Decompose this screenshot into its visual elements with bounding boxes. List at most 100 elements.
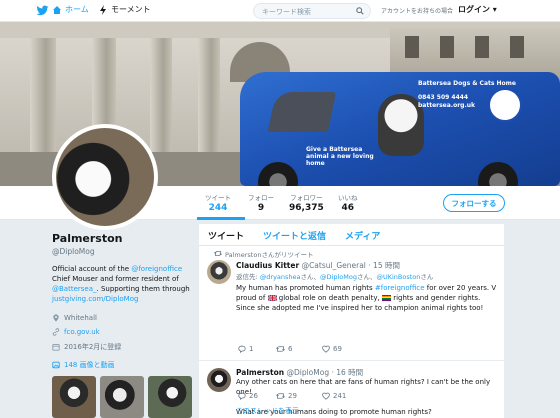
stat-label: フォロー bbox=[248, 194, 274, 202]
like-count: 69 bbox=[333, 345, 342, 353]
bio-link-justgiving[interactable]: justgiving.com/DiploMog bbox=[52, 295, 138, 303]
retweet-label: Palmerstonさんがリツイート bbox=[225, 251, 314, 259]
hashtag-link[interactable]: #foreignoffice bbox=[375, 284, 425, 292]
reply-icon bbox=[238, 345, 246, 353]
stat-value: 9 bbox=[257, 203, 265, 213]
bio-text: . Supporting them through bbox=[96, 285, 190, 294]
van-slogan: Give a Battersea animal a new loving hom… bbox=[306, 146, 374, 168]
joined-text: 2016年2月に登録 bbox=[64, 342, 122, 351]
nav-moments[interactable]: モーメント bbox=[98, 4, 151, 15]
media-thumbnails bbox=[52, 376, 202, 418]
tweet-avatar[interactable] bbox=[207, 368, 231, 392]
tab-tweets[interactable]: ツイート bbox=[208, 229, 244, 242]
bio-link-battersea[interactable]: @Battersea_ bbox=[52, 285, 97, 293]
media-link[interactable]: 148 画像と動画 bbox=[52, 360, 202, 370]
stat-label: いいね bbox=[338, 194, 358, 202]
tweet-header: Claudius Kitter @Catsul_General · 15 時間 bbox=[236, 261, 400, 270]
reply-icon bbox=[238, 392, 246, 400]
location-pin-icon bbox=[53, 313, 59, 322]
stat-following[interactable]: フォロー 9 bbox=[248, 192, 274, 213]
nav-home-label: ホーム bbox=[65, 5, 89, 14]
retweet-count: 6 bbox=[288, 345, 293, 353]
like-button[interactable]: 241 bbox=[322, 392, 346, 400]
stat-likes[interactable]: いいね 46 bbox=[338, 192, 358, 213]
tweet-text-part: My human has promoted human rights bbox=[236, 284, 375, 292]
tab-media[interactable]: メディア bbox=[345, 229, 380, 242]
nav-moments-label: モーメント bbox=[111, 5, 151, 14]
profile-name[interactable]: Palmerston bbox=[52, 232, 202, 245]
reply-suffix: さん bbox=[300, 273, 314, 281]
home-icon bbox=[53, 5, 61, 14]
show-thread-link[interactable]: このスレッドを表示 bbox=[236, 406, 299, 416]
top-navigation: ホーム モーメント キーワード検索 アカウントをお持ちの場合 ログイン ▾ bbox=[0, 0, 560, 22]
profile-joined: 2016年2月に登録 bbox=[52, 342, 202, 352]
active-tab-indicator bbox=[197, 217, 245, 220]
like-count: 241 bbox=[333, 392, 347, 400]
twitter-bird-icon[interactable] bbox=[36, 4, 49, 17]
reply-count: 1 bbox=[249, 345, 254, 353]
search-input[interactable]: キーワード検索 bbox=[253, 3, 371, 19]
retweet-count: 29 bbox=[288, 392, 297, 400]
location-text: Whitehall bbox=[64, 313, 97, 322]
lightning-icon bbox=[100, 4, 106, 15]
tweet-text: My human has promoted human rights #fore… bbox=[236, 283, 498, 313]
search-placeholder: キーワード検索 bbox=[262, 8, 311, 16]
tweet-author-handle[interactable]: @DiploMog bbox=[286, 368, 329, 377]
profile-avatar[interactable] bbox=[52, 124, 158, 230]
stat-followers[interactable]: フォロワー 96,375 bbox=[289, 192, 324, 213]
stat-value: 46 bbox=[341, 203, 355, 213]
tweet-avatar[interactable] bbox=[207, 260, 231, 284]
stat-value: 244 bbox=[208, 203, 228, 213]
profile-handle[interactable]: @DiploMog bbox=[52, 247, 202, 256]
stat-label: ツイート bbox=[205, 194, 231, 202]
tab-tweets-and-replies[interactable]: ツイートと返信 bbox=[263, 229, 326, 242]
heart-icon bbox=[322, 392, 330, 400]
tweet-author-name[interactable]: Claudius Kitter bbox=[236, 261, 299, 270]
profile-location: Whitehall bbox=[52, 314, 202, 322]
nav-home[interactable]: ホーム bbox=[52, 4, 89, 15]
retweet-button[interactable]: 29 bbox=[276, 392, 297, 400]
bio-text: Chief Mouser and former resident of bbox=[52, 275, 179, 284]
tweet-author-handle[interactable]: @Catsul_General bbox=[302, 261, 366, 270]
heart-icon bbox=[322, 345, 330, 353]
image-icon bbox=[52, 361, 60, 368]
reply-mention[interactable]: @UKinBoston bbox=[376, 273, 420, 281]
stat-value: 96,375 bbox=[289, 203, 324, 213]
profile-bio: Official account of the @foreignoffice C… bbox=[52, 264, 202, 305]
timeline-tabs: ツイート ツイートと返信 メディア bbox=[199, 224, 504, 246]
reply-prefix: 返信先: bbox=[236, 273, 260, 281]
search-icon[interactable] bbox=[356, 7, 364, 15]
reply-button[interactable]: 26 bbox=[238, 392, 258, 400]
stat-tweets[interactable]: ツイート 244 bbox=[205, 192, 231, 213]
website-link[interactable]: fco.gov.uk bbox=[64, 328, 100, 336]
media-thumbnail[interactable] bbox=[52, 376, 96, 418]
media-thumbnail[interactable] bbox=[100, 376, 144, 418]
tweet[interactable]: Palmerstonさんがリツイート Claudius Kitter @Cats… bbox=[199, 246, 504, 361]
like-button[interactable]: 69 bbox=[322, 345, 342, 353]
retweet-icon bbox=[214, 251, 222, 256]
tweet-reply-to: 返信先: @dryansheaさん、@DiploMogさん、@UKinBosto… bbox=[236, 273, 434, 281]
retweet-icon bbox=[276, 393, 285, 399]
van-name: Battersea Dogs & Cats Home bbox=[418, 80, 516, 87]
van-site: battersea.org.uk bbox=[418, 102, 475, 109]
bio-text: Official account of the bbox=[52, 265, 132, 273]
bio-link-foreignoffice[interactable]: @foreignoffice bbox=[131, 265, 182, 273]
reply-suffix: さん bbox=[420, 273, 434, 281]
rainbow-flag-icon bbox=[381, 295, 391, 302]
tweet-author-name[interactable]: Palmerston bbox=[236, 368, 284, 377]
tweet-time[interactable]: 16 時間 bbox=[336, 368, 363, 377]
tweet-text-part: global role on death penalty, bbox=[276, 294, 382, 303]
reply-mention[interactable]: @dryanshea bbox=[260, 273, 301, 281]
media-thumbnail[interactable] bbox=[148, 376, 192, 418]
retweet-button[interactable]: 6 bbox=[276, 345, 292, 353]
van-phone: 0843 509 4444 bbox=[418, 94, 469, 101]
link-icon bbox=[52, 327, 60, 336]
login-link[interactable]: ログイン ▾ bbox=[458, 4, 497, 15]
tweet-time[interactable]: 15 時間 bbox=[373, 261, 400, 270]
follow-button[interactable]: フォローする bbox=[443, 194, 505, 212]
reply-suffix: さん bbox=[356, 273, 370, 281]
reply-mention[interactable]: @DiploMog bbox=[320, 273, 357, 281]
stat-label: フォロワー bbox=[290, 194, 323, 202]
calendar-icon bbox=[52, 343, 60, 351]
reply-button[interactable]: 1 bbox=[238, 345, 253, 353]
